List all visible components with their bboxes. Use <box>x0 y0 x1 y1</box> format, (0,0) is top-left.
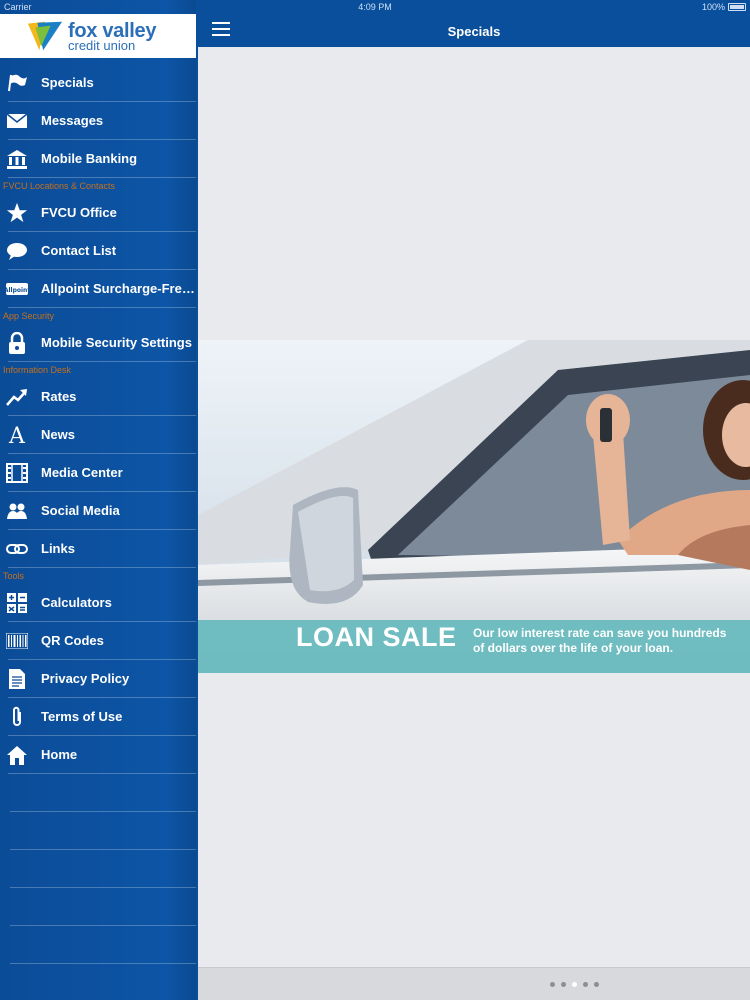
fox-valley-logo-icon <box>27 21 63 51</box>
star-icon <box>6 202 28 224</box>
trend-up-icon <box>6 386 28 408</box>
sidebar-item-label: Links <box>41 541 75 556</box>
sidebar-item-label: Contact List <box>41 243 117 258</box>
sidebar-item-qr-codes[interactable]: QR Codes <box>6 622 196 660</box>
bottom-bar <box>198 967 750 1000</box>
sidebar-item-label: Rates <box>41 389 77 404</box>
sidebar-item-media-center[interactable]: Media Center <box>6 454 196 492</box>
battery-icon <box>728 3 746 11</box>
sidebar-item-rates[interactable]: Rates <box>6 378 196 416</box>
sidebar-item-label: FVCU Office <box>41 205 117 220</box>
sidebar-item-contact-list[interactable]: Contact List <box>6 232 196 270</box>
sidebar: fox valley credit union Specials Messages… <box>0 0 196 1000</box>
sidebar-item-label: News <box>41 427 75 442</box>
envelope-icon <box>6 110 28 132</box>
page-indicator[interactable] <box>198 982 750 987</box>
flag-icon <box>6 72 28 94</box>
sidebar-item-mobile-banking[interactable]: Mobile Banking <box>6 140 196 178</box>
film-icon <box>6 462 28 484</box>
paperclip-icon <box>6 706 28 728</box>
sidebar-item-specials[interactable]: Specials <box>8 64 196 102</box>
sidebar-item-privacy-policy[interactable]: Privacy Policy <box>8 660 196 698</box>
main-content: Specials LOAN SALE Our low interest rate… <box>198 0 750 1000</box>
page-dot[interactable] <box>582 982 588 987</box>
sidebar-empty-row <box>10 774 196 812</box>
sidebar-item-label: Home <box>41 747 78 762</box>
sidebar-item-label: Messages <box>41 113 104 128</box>
calculator-icon <box>6 592 28 614</box>
home-icon <box>6 744 28 766</box>
sidebar-item-label: Allpoint Surcharge-Free ATMs <box>41 281 196 296</box>
document-icon <box>6 668 28 690</box>
sidebar-item-label: Media Center <box>41 465 123 480</box>
loan-sale-banner[interactable]: LOAN SALE Our low interest rate can save… <box>198 340 750 673</box>
sidebar-item-allpoint-surcharge-free-atms[interactable]: Allpoint Allpoint Surcharge-Free ATMs <box>6 270 196 308</box>
sidebar-item-label: Mobile Security Settings <box>41 335 192 350</box>
battery-percent: 100% <box>701 2 725 12</box>
banner-description: Our low interest rate can save you hundr… <box>473 626 727 655</box>
allpoint-logo-icon: Allpoint <box>6 278 28 300</box>
lock-icon <box>6 331 28 354</box>
news-icon: A <box>6 424 28 446</box>
sidebar-empty-row <box>10 812 196 850</box>
status-bar: Carrier 4:09 PM 100% <box>0 0 750 14</box>
section-label-information-desk: Information Desk <box>3 365 72 375</box>
svg-text:A: A <box>8 424 26 446</box>
sidebar-item-home[interactable]: Home <box>6 736 196 774</box>
sidebar-item-label: Terms of Use <box>41 709 123 724</box>
sidebar-item-terms-of-use[interactable]: Terms of Use <box>8 698 196 736</box>
logo: fox valley credit union <box>0 14 196 58</box>
sidebar-item-messages[interactable]: Messages <box>6 102 196 140</box>
page-title: Specials <box>447 24 501 39</box>
sidebar-item-calculators[interactable]: Calculators <box>6 584 196 622</box>
clock: 4:09 PM <box>358 2 392 12</box>
sidebar-item-news[interactable]: A News <box>8 416 196 454</box>
sidebar-empty-row <box>10 888 196 926</box>
svg-text:Allpoint: Allpoint <box>6 287 28 294</box>
people-icon <box>6 500 28 522</box>
sidebar-item-links[interactable]: Links <box>6 530 196 568</box>
section-label-app-security: App Security <box>3 311 55 321</box>
section-label-fvcu-locations-contacts: FVCU Locations & Contacts <box>3 181 116 191</box>
page-dot[interactable] <box>593 982 599 987</box>
link-icon <box>6 538 28 560</box>
sidebar-item-social-media[interactable]: Social Media <box>6 492 196 530</box>
sidebar-empty-row <box>10 926 196 964</box>
sidebar-item-fvcu-office[interactable]: FVCU Office <box>6 194 196 232</box>
sidebar-item-label: QR Codes <box>41 633 104 648</box>
sidebar-menu: Specials Messages Mobile Banking FVCU Locat… <box>0 64 196 964</box>
sidebar-item-label: Calculators <box>41 595 112 610</box>
section-label-tools: Tools <box>3 571 25 581</box>
bank-icon <box>6 148 28 170</box>
page-dot[interactable] <box>549 982 555 987</box>
sidebar-item-label: Specials <box>41 75 94 90</box>
page-dot[interactable] <box>560 982 566 987</box>
page-dot[interactable] <box>571 982 577 987</box>
barcode-icon <box>6 630 28 652</box>
sidebar-item-label: Mobile Banking <box>41 151 138 166</box>
speech-bubble-icon <box>6 240 28 262</box>
sidebar-item-label: Social Media <box>41 503 120 518</box>
sidebar-item-mobile-security-settings[interactable]: Mobile Security Settings <box>8 324 196 362</box>
sidebar-item-label: Privacy Policy <box>41 671 130 686</box>
battery-indicator: 100% <box>702 2 746 12</box>
sidebar-empty-row <box>10 850 196 888</box>
banner-title: LOAN SALE <box>296 622 457 652</box>
